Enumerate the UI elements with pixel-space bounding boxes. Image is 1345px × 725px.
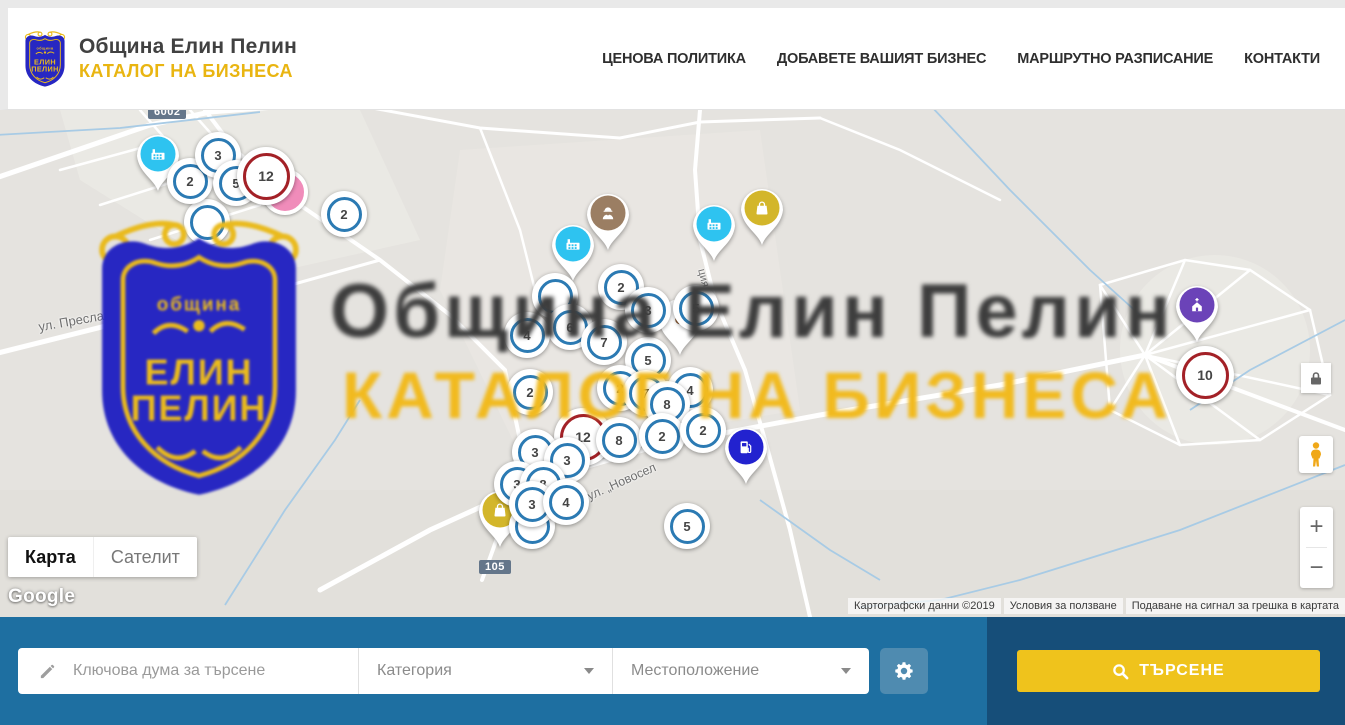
category-dropdown-label: Категория	[377, 662, 452, 680]
pegman-icon	[1308, 441, 1324, 468]
cluster-count: 2	[327, 197, 362, 232]
zoom-in-button[interactable]: +	[1300, 507, 1333, 547]
advanced-settings-button[interactable]	[880, 648, 928, 694]
map-pin-church[interactable]	[1171, 280, 1223, 344]
chevron-down-icon	[841, 668, 851, 674]
main-nav: ЦЕНОВА ПОЛИТИКА ДОБАВЕТЕ ВАШИЯТ БИЗНЕС М…	[602, 51, 1320, 67]
watermark-title: Община Елин Пелин	[330, 268, 1175, 355]
site-subtitle: КАТАЛОГ НА БИЗНЕСА	[79, 61, 297, 82]
chevron-down-icon	[584, 668, 594, 674]
keyword-field-wrap	[18, 648, 358, 694]
watermark-crest-text-line1: ЕЛИН	[145, 352, 254, 393]
location-dropdown-label: Местоположение	[631, 662, 759, 680]
crest-text-top: община	[36, 46, 54, 50]
gear-icon	[893, 660, 915, 682]
watermark-crest: община ЕЛИН ПЕЛИН	[85, 214, 313, 502]
map-canvas[interactable]: ул. Преслав бул. „Новосел ция 6002 105	[0, 110, 1345, 617]
zoom-out-button[interactable]: −	[1300, 548, 1333, 588]
keyword-search-input[interactable]	[71, 661, 325, 681]
map-attribution: Картографски данни ©2019 Условия за полз…	[845, 598, 1345, 614]
map-pin-bag[interactable]	[736, 183, 788, 247]
crest-text-line2: ПЕЛИН	[31, 64, 59, 73]
cluster-count: 4	[549, 485, 584, 520]
google-logo[interactable]: Google	[8, 586, 75, 608]
attribution-report-error-link[interactable]: Подаване на сигнал за грешка в картата	[1126, 598, 1345, 614]
nav-route-schedule[interactable]: МАРШРУТНО РАЗПИСАНИЕ	[1017, 51, 1213, 67]
municipality-crest-icon: община ЕЛИН ПЕЛИН	[22, 30, 68, 88]
category-dropdown[interactable]: Категория	[359, 648, 612, 694]
page: община ЕЛИН ПЕЛИН Община Елин Пелин КАТА…	[0, 0, 1345, 725]
watermark-subtitle: КАТАЛОГ НА БИЗНЕСА	[342, 357, 1172, 433]
attribution-copyright: Картографски данни ©2019	[848, 598, 1001, 614]
nav-contacts[interactable]: КОНТАКТИ	[1244, 51, 1320, 67]
map-marker-cluster[interactable]: 5	[664, 503, 710, 549]
site-logo[interactable]: община ЕЛИН ПЕЛИН Община Елин Пелин КАТА…	[22, 30, 297, 88]
map-marker-cluster[interactable]: 2	[321, 191, 367, 237]
search-form: Категория Местоположение	[18, 648, 869, 694]
search-bar: Категория Местоположение ТЪРСЕНЕ	[0, 617, 1345, 725]
map-type-map-button[interactable]: Карта	[8, 537, 93, 577]
search-submit-button[interactable]: ТЪРСЕНЕ	[1017, 650, 1320, 692]
attribution-terms-link[interactable]: Условия за ползване	[1004, 598, 1123, 614]
header: община ЕЛИН ПЕЛИН Община Елин Пелин КАТА…	[0, 0, 1345, 110]
map-marker-cluster[interactable]: 12	[237, 147, 295, 205]
search-icon	[1112, 663, 1129, 680]
zoom-control: + −	[1300, 507, 1333, 588]
map-marker-cluster[interactable]: 4	[543, 479, 589, 525]
search-button-label: ТЪРСЕНЕ	[1139, 662, 1224, 680]
site-title: Община Елин Пелин	[79, 35, 297, 59]
map-type-control: Карта Сателит	[8, 537, 197, 577]
map-pin-factory[interactable]	[688, 199, 740, 263]
pegman-streetview-button[interactable]	[1299, 436, 1333, 473]
cluster-count: 12	[243, 153, 290, 200]
nav-pricing-policy[interactable]: ЦЕНОВА ПОЛИТИКА	[602, 51, 746, 67]
cluster-count: 10	[1182, 352, 1229, 399]
cluster-count: 5	[670, 509, 705, 544]
nav-add-your-business[interactable]: ДОБАВЕТЕ ВАШИЯТ БИЗНЕС	[777, 51, 986, 67]
watermark-crest-text-line2: ПЕЛИН	[131, 388, 268, 429]
pencil-icon	[38, 662, 57, 681]
lock-icon	[1309, 371, 1323, 386]
map-marker-cluster[interactable]: 10	[1176, 346, 1234, 404]
location-dropdown[interactable]: Местоположение	[613, 648, 869, 694]
map-type-satellite-button[interactable]: Сателит	[93, 537, 197, 577]
watermark-crest-text-top: община	[157, 295, 242, 316]
fullscreen-lock-button[interactable]	[1301, 363, 1331, 393]
